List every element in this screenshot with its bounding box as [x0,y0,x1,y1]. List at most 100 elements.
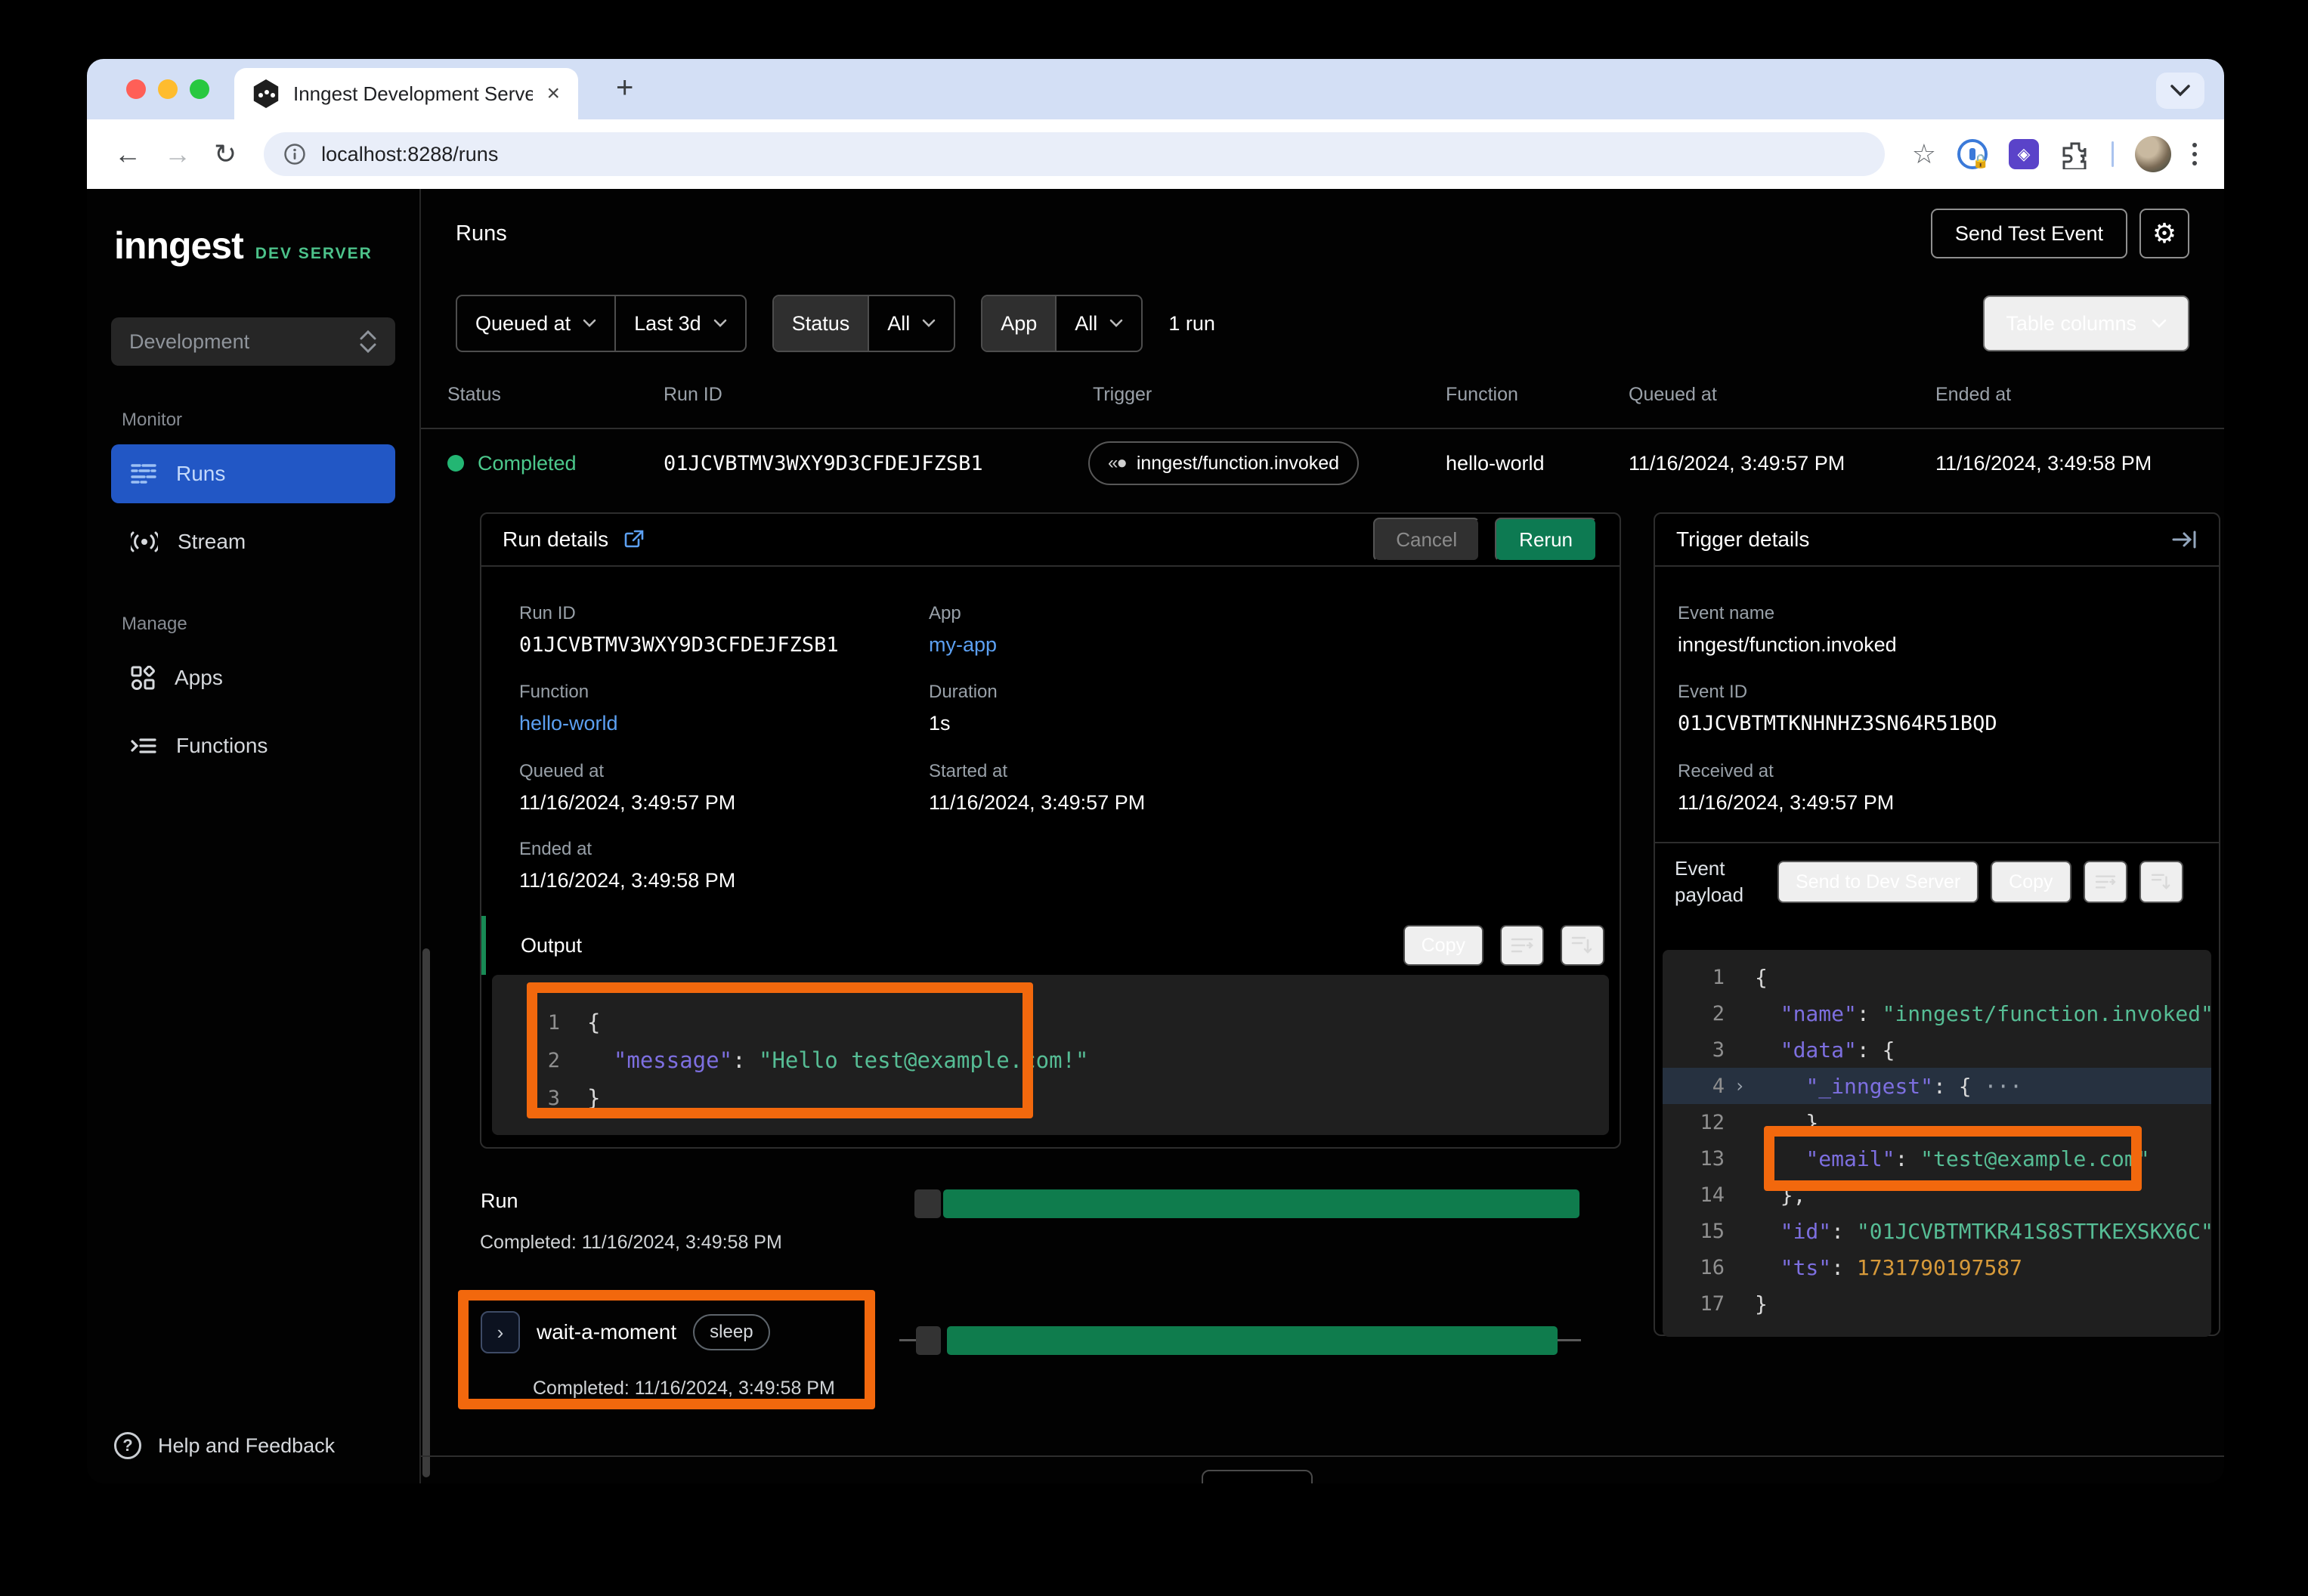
toolbar-divider [2112,141,2114,167]
duration-value: 1s [929,712,998,735]
run-id-cell: 01JCVBTMV3WXY9D3CFDEJFZSB1 [664,429,983,497]
sidebar-item-runs[interactable]: Runs [111,444,395,503]
maximize-window-button[interactable] [190,79,209,99]
minimize-window-button[interactable] [158,79,178,99]
event-payload-title: Event payload [1675,855,1765,908]
queued-at-cell: 11/16/2024, 3:49:57 PM [1629,429,1845,497]
line-number: 15 [1663,1220,1725,1243]
step-completed-text: Completed: 11/16/2024, 3:49:58 PM [533,1378,835,1400]
code-text: "message": "Hello test@example.com!" [587,1047,1088,1073]
help-and-feedback[interactable]: ? Help and Feedback [114,1432,335,1459]
time-range-filter[interactable]: Last 3d [614,296,745,351]
status-dot-icon [447,455,464,472]
app-link[interactable]: my-app [929,633,997,657]
external-link-icon[interactable] [623,529,645,550]
chevron-down-icon [583,319,596,328]
word-wrap-button[interactable] [2084,861,2127,903]
sidebar-item-functions[interactable]: Functions [111,716,395,775]
output-code: 1{2 "message": "Hello test@example.com!"… [492,975,1609,1135]
page-title: Runs [456,221,507,246]
browser-menu-icon[interactable] [2192,143,2197,165]
chevron-up-down-icon [359,329,377,354]
settings-gear-button[interactable]: ⚙ [2139,209,2189,258]
code-text: }, [1755,1110,1831,1135]
line-number: 3 [492,1087,560,1110]
browser-tab[interactable]: Inngest Development Server × [234,68,578,119]
word-wrap-button[interactable] [1500,925,1544,966]
output-section: Output Copy 1{2 "message": "Hello test@e… [481,916,1620,1135]
send-test-event-button[interactable]: Send Test Event [1931,209,2127,258]
code-line: 16 "ts": 1731790197587 [1663,1249,2211,1285]
bookmark-star-icon[interactable]: ☆ [1912,138,1936,170]
collapse-panel-icon[interactable] [2172,529,2198,550]
close-tab-icon[interactable]: × [546,82,560,105]
step-bar-connector [1558,1339,1581,1341]
code-text: { [1755,965,1768,990]
collapse-toggle-icon[interactable]: › [1725,1075,1755,1096]
sidebar-item-label: Runs [176,462,225,486]
purple-extension-icon[interactable]: ◈ [2009,139,2039,169]
inngest-favicon-icon [252,79,280,108]
step-row: › wait-a-moment sleep [481,1311,770,1353]
field-label: Queued at [519,761,735,782]
function-link[interactable]: hello-world [519,712,618,735]
copy-payload-button[interactable]: Copy [1991,861,2071,903]
table-columns-button[interactable]: Table columns [1983,295,2189,351]
help-question-icon: ? [114,1432,141,1459]
trigger-event-name: inngest/function.invoked [1137,453,1339,475]
sidebar-item-stream[interactable]: Stream [111,512,395,571]
profile-avatar[interactable] [2135,136,2171,172]
panel-divider [1655,842,2219,843]
reload-button[interactable]: ↻ [214,138,237,170]
environment-selector[interactable]: Development [111,317,395,366]
event-payload-code: 1{2 "name": "inngest/function.invoked",3… [1663,950,2211,1337]
line-number: 1 [492,1011,560,1035]
password-manager-extension-icon[interactable]: 🔒 [1957,139,1988,169]
status-filter-value[interactable]: All [868,296,954,351]
function-cell: hello-world [1446,429,1545,497]
app-filter-label: App [982,296,1055,351]
trigger-event-pill[interactable]: «● inngest/function.invoked [1088,441,1359,485]
line-number: 1 [1663,966,1725,989]
app-filter-group: App All [981,295,1143,352]
status-all-value: All [887,312,910,336]
address-bar[interactable]: localhost:8288/runs [264,132,1885,176]
new-tab-button[interactable]: + [616,71,633,105]
field-label: Received at [1678,761,1894,782]
step-duration-bar [947,1326,1558,1355]
rerun-button[interactable]: Rerun [1495,518,1597,561]
code-line: 14 }, [1663,1177,2211,1213]
code-line: 1{ [492,1004,1609,1041]
expand-all-button[interactable] [1561,925,1604,966]
chevron-down-icon [922,319,936,328]
pagination-button-partial[interactable] [1202,1470,1313,1483]
expand-lines-icon [1571,936,1594,955]
line-number: 14 [1663,1183,1725,1207]
run-table-row[interactable]: Completed 01JCVBTMV3WXY9D3CFDEJFZSB1 «● … [421,429,2224,497]
queued-at-filter[interactable]: Queued at [457,296,614,351]
sidebar-section-manage: Manage [122,614,395,635]
step-kind-badge: sleep [693,1314,769,1350]
event-name-value: inngest/function.invoked [1678,633,1897,657]
run-id-value: 01JCVBTMV3WXY9D3CFDEJFZSB1 [519,633,839,657]
app-filter-value[interactable]: All [1055,296,1141,351]
site-info-icon[interactable] [283,143,306,165]
expand-step-button[interactable]: › [481,1311,520,1353]
code-line: 2 "message": "Hello test@example.com!" [492,1041,1609,1079]
line-number: 16 [1663,1256,1725,1279]
expand-all-button[interactable] [2139,861,2183,903]
queued-at-value: 11/16/2024, 3:49:57 PM [519,791,735,815]
send-to-dev-server-button[interactable]: Send to Dev Server [1777,861,1979,903]
forward-button[interactable]: → [164,138,191,170]
extensions-puzzle-icon[interactable] [2060,139,2090,169]
copy-output-button[interactable]: Copy [1403,925,1483,966]
status-filter-group: Status All [772,295,956,352]
cancel-button[interactable]: Cancel [1373,518,1480,561]
code-line: 17} [1663,1285,2211,1322]
close-window-button[interactable] [126,79,146,99]
sidebar-item-apps[interactable]: Apps [111,648,395,707]
tab-search-button[interactable] [2156,73,2204,109]
code-line: 12 }, [1663,1104,2211,1140]
back-button[interactable]: ← [114,138,141,170]
time-range-value: Last 3d [634,312,701,336]
